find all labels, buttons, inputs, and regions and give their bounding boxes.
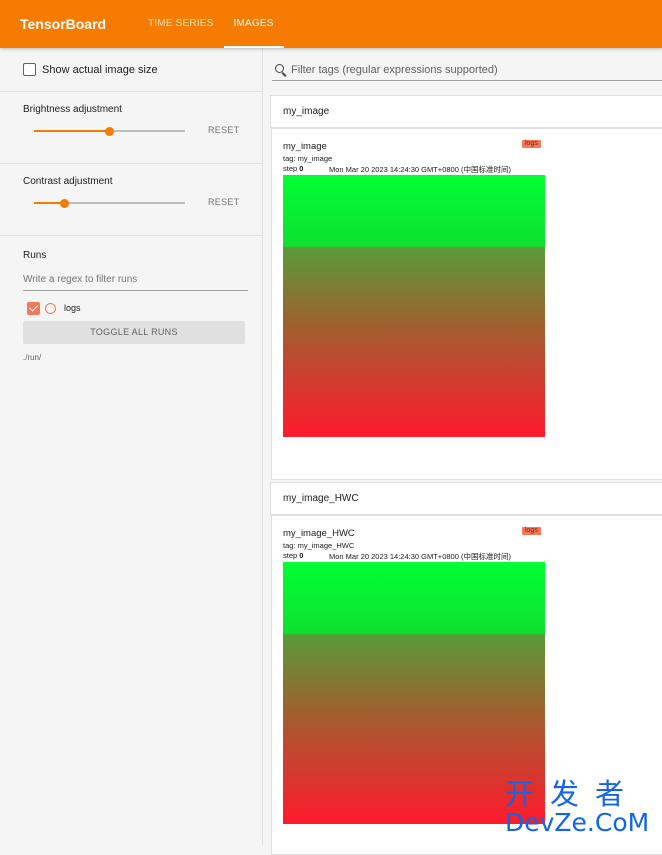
- contrast-control: Contrast adjustment RESET: [0, 164, 262, 236]
- run-item-logs[interactable]: logs: [23, 300, 262, 316]
- card-step: step 0: [283, 551, 303, 560]
- search-icon: [274, 63, 288, 77]
- card-timestamp: Mon Mar 20 2023 14:24:30 GMT+0800 (中国标准时…: [329, 552, 511, 561]
- app-title: TensorBoard: [20, 16, 107, 32]
- card-step: step 0: [283, 164, 303, 173]
- contrast-slider-thumb[interactable]: [59, 198, 69, 208]
- runs-panel: Runs logs TOGGLE ALL RUNS ./run/: [0, 236, 262, 362]
- show-actual-size-checkbox[interactable]: [23, 63, 36, 76]
- image-preview[interactable]: [283, 175, 545, 437]
- run-badge: logs: [522, 527, 541, 535]
- show-actual-size-label: Show actual image size: [42, 63, 158, 76]
- main-content: Filter tags (regular expressions support…: [264, 48, 662, 855]
- toggle-all-runs-button[interactable]: TOGGLE ALL RUNS: [23, 321, 245, 344]
- card-title: my_image_HWC: [283, 528, 355, 539]
- card-title: my_image: [283, 141, 327, 152]
- top-app-bar: TensorBoard TIME SERIES IMAGES: [0, 0, 662, 48]
- watermark-line1: 开发者: [505, 777, 641, 811]
- run-checkbox[interactable]: [27, 301, 40, 315]
- step-value: 0: [299, 551, 304, 560]
- card-tag: tag: my_image_HWC: [283, 541, 355, 550]
- group-header-my-image[interactable]: my_image: [270, 95, 662, 128]
- tag-filter[interactable]: Filter tags (regular expressions support…: [272, 59, 662, 81]
- image-card-my-image: my_image logs tag: my_image step 0 Mon Ma…: [271, 128, 662, 480]
- show-actual-size-option[interactable]: Show actual image size: [0, 48, 262, 92]
- brightness-label: Brightness adjustment: [23, 104, 122, 115]
- run-badge: logs: [522, 140, 541, 148]
- brightness-slider-fill: [34, 130, 110, 132]
- step-label: step: [283, 551, 298, 560]
- runs-filter-input[interactable]: [23, 271, 248, 291]
- run-name: logs: [64, 303, 81, 313]
- settings-sidebar: Show actual image size Brightness adjust…: [0, 48, 263, 845]
- contrast-slider[interactable]: [34, 198, 185, 208]
- brightness-slider[interactable]: [34, 126, 185, 136]
- tag-filter-placeholder: Filter tags (regular expressions support…: [291, 63, 498, 76]
- brightness-reset-button[interactable]: RESET: [208, 125, 240, 135]
- group-header-my-image-hwc[interactable]: my_image_HWC: [270, 482, 662, 515]
- brightness-slider-thumb[interactable]: [105, 126, 114, 136]
- tab-time-series[interactable]: TIME SERIES: [138, 0, 224, 48]
- run-path: ./run/: [23, 353, 42, 362]
- brightness-control: Brightness adjustment RESET: [0, 92, 262, 164]
- step-value: 0: [299, 164, 304, 173]
- step-label: step: [283, 164, 298, 173]
- contrast-label: Contrast adjustment: [23, 176, 113, 187]
- contrast-reset-button[interactable]: RESET: [208, 197, 240, 207]
- card-tag: tag: my_image: [283, 154, 333, 163]
- run-color-swatch[interactable]: [45, 302, 56, 314]
- runs-title: Runs: [23, 250, 47, 261]
- card-timestamp: Mon Mar 20 2023 14:24:30 GMT+0800 (中国标准时…: [329, 165, 511, 174]
- tab-images[interactable]: IMAGES: [223, 0, 284, 48]
- watermark-logo: 开发者 DevZe.CoM: [505, 778, 657, 840]
- watermark-line2: DevZe.CoM: [505, 808, 650, 837]
